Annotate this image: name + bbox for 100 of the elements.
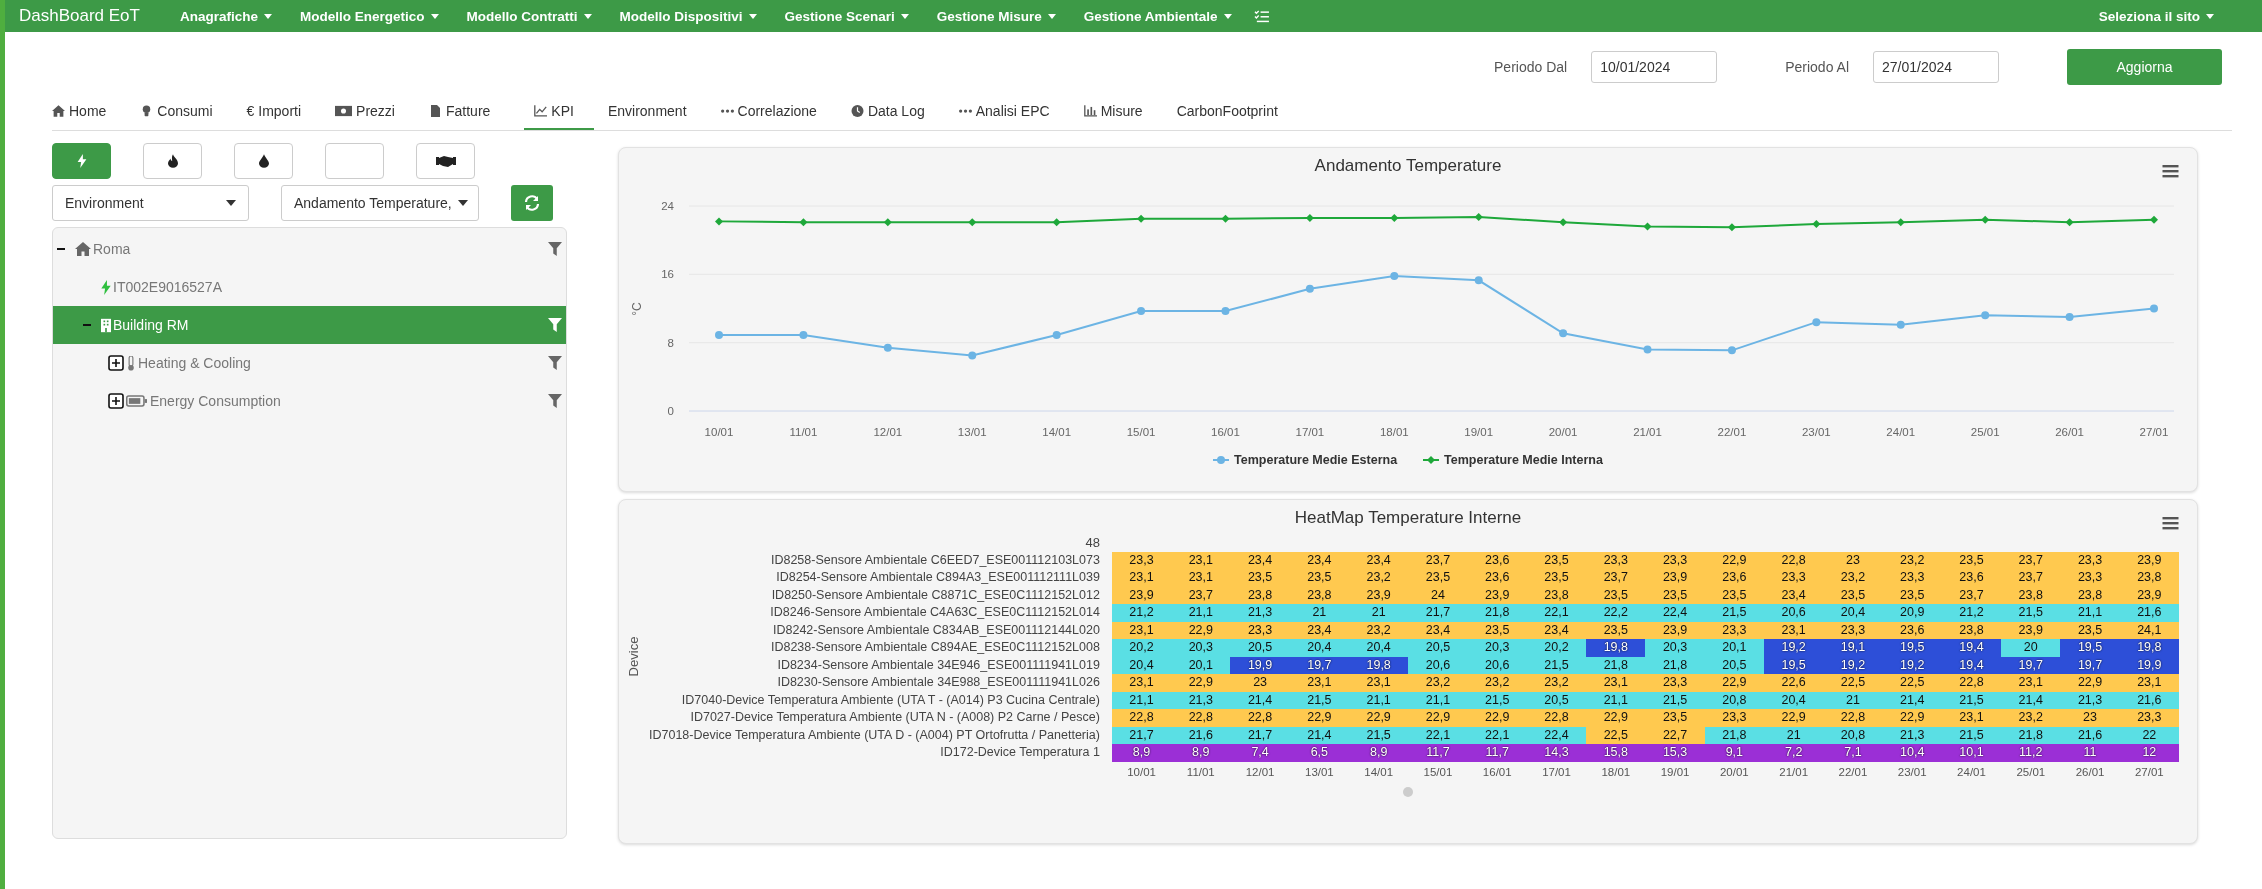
nav-tab[interactable]: Data Log [850,94,945,130]
home-icon [75,242,91,256]
nav-tab[interactable]: Consumi [140,94,233,130]
nav-tab[interactable]: CarbonFootprint [1176,94,1298,130]
page-indicator-dot[interactable] [1403,787,1413,797]
tree-row[interactable]: IT002E9016527A [53,268,566,306]
data-point [1643,222,1652,231]
nav-tab[interactable]: Prezzi [335,94,415,130]
filter-icon[interactable] [548,242,562,256]
tree-row[interactable]: Building RM [53,306,566,344]
energy-type-button[interactable] [234,143,293,179]
building-icon [101,317,111,333]
heatmap-cell: 21,2 [1941,604,2002,622]
caret-icon [748,13,757,19]
filter-icon[interactable] [548,318,562,332]
expand-icon[interactable] [108,355,124,371]
date-to-field[interactable]: 27/01/2024 [1873,51,1999,83]
menu-icon[interactable] [2162,516,2179,530]
heatmap-cell: 22,8 [1111,709,1172,727]
device-label: ID8246-Sensore Ambientale C4A63C_ESE0C1112152L014 [769,604,1101,621]
expand-icon[interactable] [108,393,124,409]
y-axis-label: °C [630,302,644,316]
nav-tab[interactable]: Environment [607,94,707,130]
x-tick-label: 12/01 [1244,764,1276,779]
data-point [1474,276,1483,285]
data-point [1559,329,1568,338]
y-tick-label: 16 [661,268,674,281]
heatmap-cell: 20,3 [1171,639,1231,657]
data-point [715,331,723,339]
tree-label: Roma [93,241,131,257]
x-tick-label: 11/01 [1185,764,1216,779]
heatmap-cell: 23,3 [1704,709,1764,727]
dropdown-select[interactable]: Andamento Temperature, [281,185,479,221]
x-tick-label: 24/01 [1956,764,1987,779]
nav-menu[interactable]: Gestione Misure [922,8,1070,24]
chart-title: Andamento Temperature [1314,155,1502,177]
menu-icon[interactable] [2162,164,2179,178]
heatmap-cell: 23,3 [1764,569,1824,587]
heatmap-cell: 10,1 [1941,744,2002,762]
nav-tab[interactable]: Misure [1083,94,1163,130]
heatmap-cell: 11,7 [1408,744,1468,762]
heatmap-cell: 23,9 [1645,569,1705,587]
heatmap-cell: 22,9 [1586,709,1646,727]
refresh-button[interactable] [511,185,553,221]
x-tick-label: 17/01 [1295,426,1325,438]
nav-menu[interactable]: Anagrafiche [165,8,286,24]
heatmap-cell: 12 [2119,744,2179,762]
data-point [799,331,808,339]
heatmap-cell: 22,9 [1467,709,1527,727]
energy-type-button[interactable] [143,143,202,179]
heatmap-cell: 8,9 [1111,744,1172,762]
tree-row[interactable]: Energy Consumption [53,382,566,420]
nav-menu[interactable]: Modello Energetico [286,8,453,24]
file-icon [429,105,442,117]
heatmap-cell: 21,1 [1171,604,1231,622]
tree-row[interactable]: Heating & Cooling [53,344,566,382]
update-button[interactable]: Aggiorna [2067,49,2222,85]
heatmap-cell: 23,7 [2001,569,2061,587]
filter-icon[interactable] [548,394,562,408]
brand-title[interactable]: DashBoard EoT [19,6,140,26]
data-point [1221,214,1230,223]
nav-menu[interactable]: Modello Dispositivi [605,8,771,24]
nav-tab[interactable]: Correlazione [720,94,837,130]
legend-item[interactable]: Temperature Medie Interna [1423,453,1603,467]
nav-tab[interactable]: Analisi EPC [958,94,1070,130]
heatmap-cell: 23,2 [1526,674,1587,692]
checklist-icon[interactable] [1253,9,1269,23]
nav-tab[interactable]: Home [52,94,127,130]
heatmap-cell: 23,5 [1408,569,1468,587]
heatmap-cell: 7,4 [1230,744,1290,762]
tree-row[interactable]: Roma [53,230,566,268]
nav-menu[interactable]: Gestione Ambientale [1069,8,1246,24]
nav-tab[interactable]: KPI [524,94,594,130]
x-tick-label: 23/01 [1896,764,1928,779]
heatmap-cell: 23,6 [1941,569,2002,587]
heatmap-cell: 20,2 [1111,639,1172,657]
site-menu[interactable]: Seleziona il sito [2084,8,2228,24]
data-point [1896,218,1905,227]
nav-menu[interactable]: Modello Contratti [452,8,606,24]
x-tick-label: 25/01 [2015,764,2047,779]
heatmap-cell: 11 [2060,744,2120,762]
date-from-field[interactable]: 10/01/2024 [1591,51,1718,83]
heatmap-cell: 23,1 [1941,709,2002,727]
data-point [1052,331,1061,339]
x-tick-label: 26/01 [2074,764,2106,779]
heatmap-cell: 22,8 [1941,674,2002,692]
nav-tab[interactable]: € Importi [246,94,322,130]
data-point [1474,213,1483,222]
heatmap-cell: 23,1 [1289,674,1349,692]
x-tick-label: 16/01 [1481,764,1513,779]
legend-item[interactable]: Temperature Medie Esterna [1213,453,1398,467]
period-from-label: Periodo Dal [1494,59,1568,75]
data-point [1559,218,1568,227]
energy-type-button[interactable] [416,143,475,179]
filter-icon[interactable] [548,356,562,370]
nav-tab[interactable]: Fatture [429,94,511,130]
nav-menu[interactable]: Gestione Scenari [770,8,923,24]
dropdown-select[interactable]: Environment [52,185,249,221]
heatmap-cell: 20,1 [1704,639,1764,657]
heatmap-cell: 23,1 [1171,569,1231,587]
